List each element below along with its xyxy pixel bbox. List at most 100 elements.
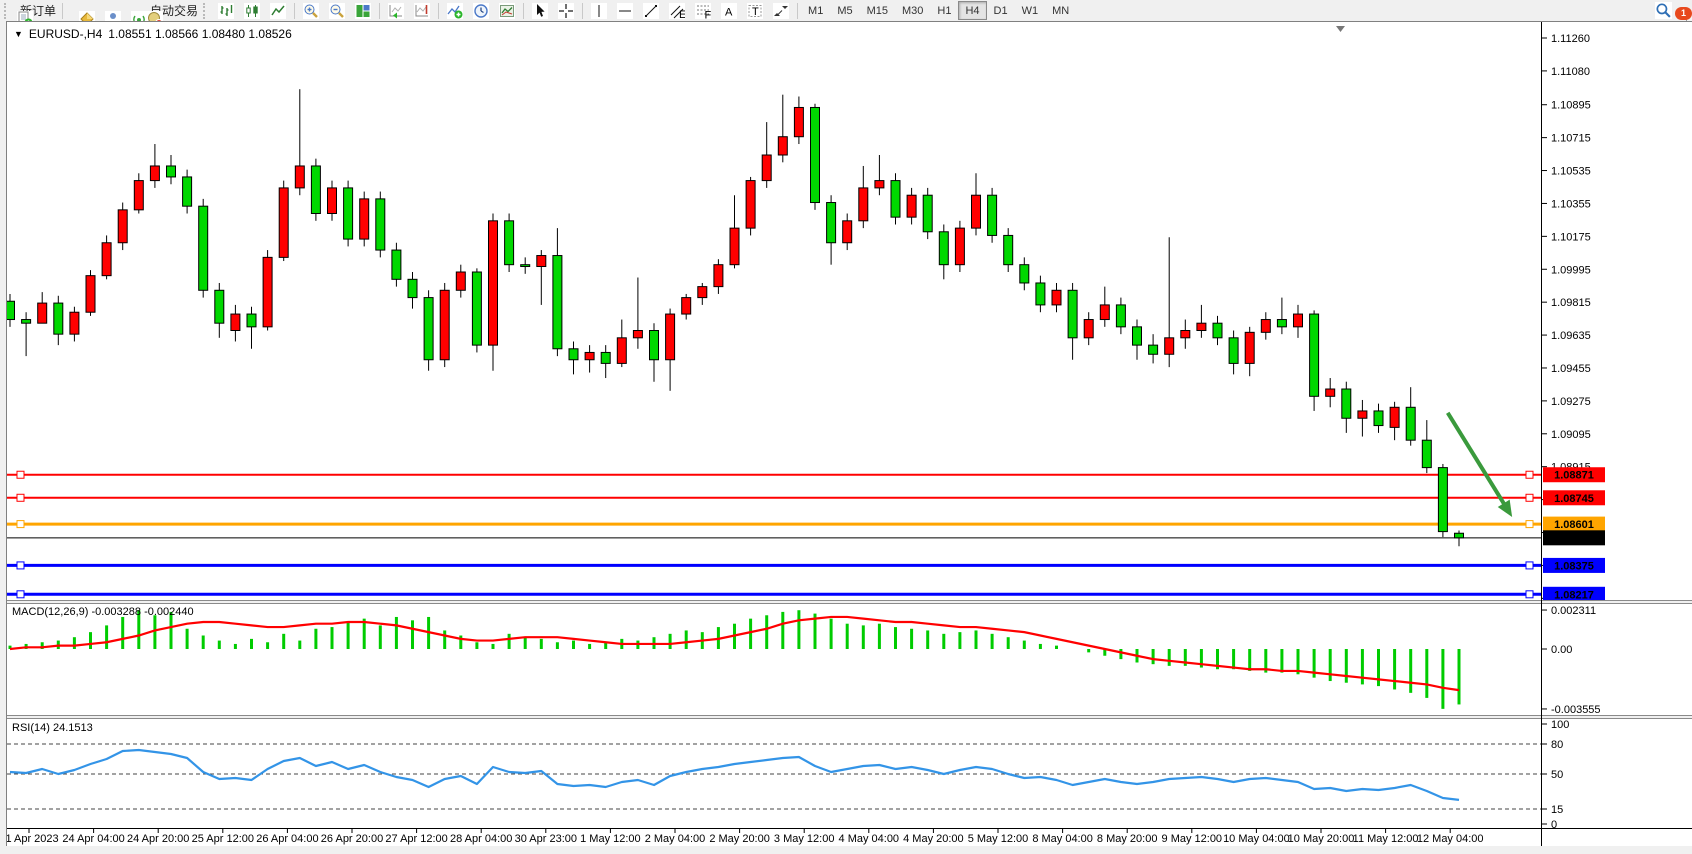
price-axis[interactable]: 1.112601.110801.108951.107151.105351.103…: [1542, 22, 1692, 846]
toolbar-grip[interactable]: [4, 3, 11, 19]
candle-body: [1261, 320, 1270, 333]
horizontal-line-1.08217[interactable]: [7, 591, 1541, 598]
horizontal-line-1.08601[interactable]: [7, 521, 1541, 528]
line-handle[interactable]: [17, 494, 24, 501]
line-handle[interactable]: [17, 471, 24, 478]
periods-button[interactable]: ▾: [468, 0, 494, 21]
horizontal-line-icon[interactable]: [612, 0, 638, 21]
timeframe-w1[interactable]: W1: [1015, 1, 1046, 20]
macd-tick-label: 0.00: [1551, 644, 1572, 656]
indicators-button[interactable]: ▾: [442, 0, 468, 21]
candle-body: [1100, 305, 1109, 320]
timeframe-m1[interactable]: M1: [801, 1, 830, 20]
price-tick-label: 1.09815: [1551, 297, 1591, 309]
line-handle[interactable]: [1526, 471, 1533, 478]
time-axis-label: 30 Apr 23:00: [515, 833, 577, 845]
trend-arrow[interactable]: [1448, 413, 1512, 517]
time-axis-label: 12 May 04:00: [1417, 833, 1484, 845]
horizontal-line-1.08745[interactable]: [7, 494, 1541, 501]
candle-body: [1229, 338, 1238, 364]
svg-text:1.08601: 1.08601: [1554, 519, 1594, 531]
candlestick-chart-icon[interactable]: [239, 0, 265, 21]
line-handle[interactable]: [1526, 521, 1533, 528]
arrows-button[interactable]: ▾: [768, 0, 794, 21]
candle-body: [1197, 323, 1206, 330]
auto-trading-button[interactable]: 自动交易: [144, 0, 201, 21]
timeframe-h1[interactable]: H1: [930, 1, 958, 20]
ohlc-readout: 1.08551 1.08566 1.08480 1.08526: [108, 27, 292, 41]
price-tick-label: 1.09095: [1551, 429, 1591, 441]
candle-body: [569, 349, 578, 360]
line-handle[interactable]: [17, 521, 24, 528]
bar-chart-icon[interactable]: [213, 0, 239, 21]
chart-shift-icon[interactable]: [409, 0, 435, 21]
rsi-pane[interactable]: RSI(14) 24.1513: [7, 719, 1541, 828]
tile-windows-icon[interactable]: [350, 0, 376, 21]
candle-body: [1438, 468, 1447, 532]
candle-body: [1406, 407, 1415, 440]
chart-shift-marker[interactable]: [1336, 26, 1345, 32]
timeframe-d1[interactable]: D1: [987, 1, 1015, 20]
candle-body: [1116, 305, 1125, 327]
text-icon[interactable]: A: [716, 0, 742, 21]
svg-text:T: T: [752, 6, 759, 18]
text-label-icon[interactable]: T: [742, 0, 768, 21]
candle-body: [1374, 411, 1383, 426]
toolbar-separator: [379, 3, 380, 19]
gold-button[interactable]: [66, 0, 92, 21]
crosshair-icon[interactable]: [553, 0, 579, 21]
toolbar: 新订单 自动交易 ▾ ▾ ▾ E F A T ▾: [0, 0, 1692, 21]
candle-body: [489, 221, 498, 345]
timeframe-m15[interactable]: M15: [860, 1, 895, 20]
candle-body: [263, 257, 272, 326]
candle-body: [1294, 314, 1303, 327]
candle-body: [392, 250, 401, 279]
candle-body: [923, 195, 932, 232]
svg-text:E: E: [679, 9, 685, 19]
timeframe-m5[interactable]: M5: [830, 1, 859, 20]
candle-body: [730, 228, 739, 265]
cursor-icon[interactable]: [527, 0, 553, 21]
line-handle[interactable]: [17, 562, 24, 569]
horizontal-line-1.08375[interactable]: [7, 562, 1541, 569]
time-axis-label: 10 May 20:00: [1288, 833, 1355, 845]
new-order-button[interactable]: 新订单: [14, 0, 59, 21]
zoom-out-icon[interactable]: [324, 0, 350, 21]
search-icon[interactable]: [1650, 0, 1676, 21]
templates-button[interactable]: ▾: [494, 0, 520, 21]
vertical-line-icon[interactable]: [586, 0, 612, 21]
pane-splitter[interactable]: [7, 600, 1692, 604]
zoom-in-icon[interactable]: [298, 0, 324, 21]
community-button[interactable]: [92, 0, 118, 21]
auto-scroll-icon[interactable]: [383, 0, 409, 21]
line-chart-icon[interactable]: [265, 0, 291, 21]
price-chart[interactable]: [7, 22, 1541, 600]
line-handle[interactable]: [1526, 494, 1533, 501]
candle-body: [456, 272, 465, 290]
equidistant-channel-icon[interactable]: E: [664, 0, 690, 21]
macd-pane[interactable]: MACD(12,26,9) -0.003288 -0.002440: [7, 603, 1541, 715]
toolbar-grip[interactable]: [203, 3, 210, 19]
time-axis[interactable]: 21 Apr 202324 Apr 04:0024 Apr 20:0025 Ap…: [7, 829, 1541, 846]
fibonacci-icon[interactable]: F: [690, 0, 716, 21]
line-handle[interactable]: [1526, 591, 1533, 598]
horizontal-line-1.08871[interactable]: [7, 471, 1541, 478]
line-handle[interactable]: [17, 591, 24, 598]
line-handle[interactable]: [1526, 562, 1533, 569]
candle-body: [328, 188, 337, 214]
trendline-icon[interactable]: [638, 0, 664, 21]
candle-body: [537, 256, 546, 267]
timeframe-h4[interactable]: H4: [958, 1, 986, 20]
time-axis-label: 26 Apr 04:00: [256, 833, 318, 845]
collapse-triangle-icon[interactable]: ▼: [14, 29, 23, 39]
signals-button[interactable]: [118, 0, 144, 21]
candle-body: [1342, 389, 1351, 418]
price-tick-label: 1.09635: [1551, 330, 1591, 342]
time-axis-label: 10 May 04:00: [1223, 833, 1290, 845]
timeframe-mn[interactable]: MN: [1045, 1, 1076, 20]
pane-splitter[interactable]: [7, 715, 1692, 719]
macd-label: MACD(12,26,9) -0.003288 -0.002440: [12, 606, 194, 618]
macd-tick-label: 0.002311: [1551, 605, 1596, 617]
timeframe-m30[interactable]: M30: [895, 1, 930, 20]
candle-body: [247, 314, 256, 327]
